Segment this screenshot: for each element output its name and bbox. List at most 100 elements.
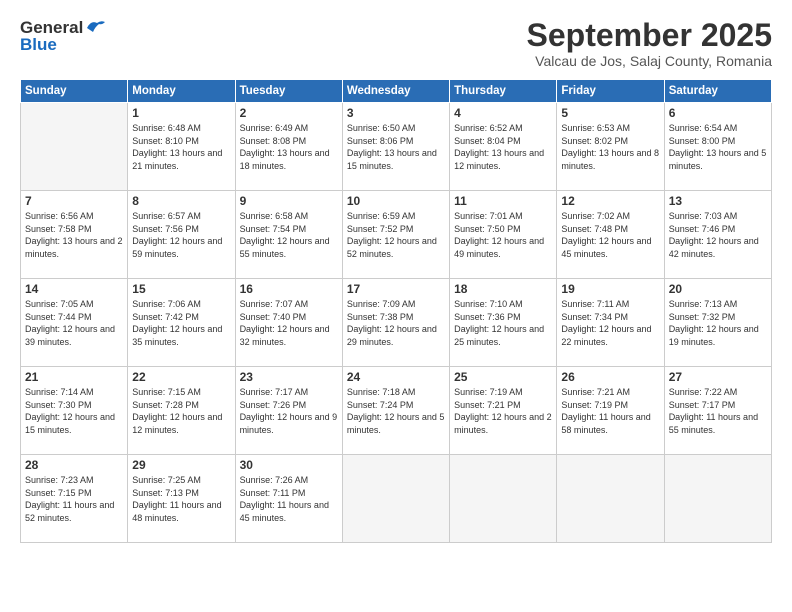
day-number: 15 [132,282,230,296]
calendar-cell: 14Sunrise: 7:05 AMSunset: 7:44 PMDayligh… [21,279,128,367]
calendar-cell: 3Sunrise: 6:50 AMSunset: 8:06 PMDaylight… [342,103,449,191]
day-detail: Sunrise: 7:15 AMSunset: 7:28 PMDaylight:… [132,386,230,436]
location-title: Valcau de Jos, Salaj County, Romania [527,53,772,69]
day-detail: Sunrise: 6:57 AMSunset: 7:56 PMDaylight:… [132,210,230,260]
day-detail: Sunrise: 7:06 AMSunset: 7:42 PMDaylight:… [132,298,230,348]
calendar-table: SundayMondayTuesdayWednesdayThursdayFrid… [20,79,772,543]
calendar-cell [557,455,664,543]
calendar-cell: 24 Sunrise: 7:18 AMSunset: 7:24 PMDayligh… [342,367,449,455]
calendar-cell: 8 Sunrise: 6:57 AMSunset: 7:56 PMDaylight… [128,191,235,279]
logo-bird-icon [85,18,107,36]
calendar-cell: 15 Sunrise: 7:06 AMSunset: 7:42 PMDayligh… [128,279,235,367]
day-number: 18 [454,282,552,296]
day-number: 21 [25,370,123,384]
calendar-cell: 25Sunrise: 7:19 AMSunset: 7:21 PMDayligh… [450,367,557,455]
day-number: 6 [669,106,767,120]
weekday-header-saturday: Saturday [664,80,771,103]
day-number: 24 [347,370,445,384]
day-detail: Sunrise: 6:53 AMSunset: 8:02 PMDaylight:… [561,122,659,172]
day-number: 8 [132,194,230,208]
calendar-cell: 17 Sunrise: 7:09 AMSunset: 7:38 PMDayligh… [342,279,449,367]
day-detail: Sunrise: 6:56 AMSunset: 7:58 PMDaylight:… [25,210,123,260]
calendar-cell: 18Sunrise: 7:10 AMSunset: 7:36 PMDayligh… [450,279,557,367]
calendar-cell: 4Sunrise: 6:52 AMSunset: 8:04 PMDaylight… [450,103,557,191]
day-number: 28 [25,458,123,472]
day-detail: Sunrise: 7:11 AMSunset: 7:34 PMDaylight:… [561,298,659,348]
day-detail: Sunrise: 7:26 AMSunset: 7:11 PMDaylight:… [240,474,338,524]
weekday-header-tuesday: Tuesday [235,80,342,103]
week-row-3: 21 Sunrise: 7:14 AMSunset: 7:30 PMDayligh… [21,367,772,455]
weekday-header-monday: Monday [128,80,235,103]
week-row-1: 7 Sunrise: 6:56 AMSunset: 7:58 PMDaylight… [21,191,772,279]
day-detail: Sunrise: 6:50 AMSunset: 8:06 PMDaylight:… [347,122,445,172]
day-number: 13 [669,194,767,208]
day-detail: Sunrise: 6:49 AMSunset: 8:08 PMDaylight:… [240,122,338,172]
day-detail: Sunrise: 7:14 AMSunset: 7:30 PMDaylight:… [25,386,123,436]
day-number: 12 [561,194,659,208]
day-number: 29 [132,458,230,472]
calendar-cell: 26 Sunrise: 7:21 AMSunset: 7:19 PMDayligh… [557,367,664,455]
day-detail: Sunrise: 7:09 AMSunset: 7:38 PMDaylight:… [347,298,445,348]
weekday-header-wednesday: Wednesday [342,80,449,103]
day-number: 1 [132,106,230,120]
day-detail: Sunrise: 6:58 AMSunset: 7:54 PMDaylight:… [240,210,338,260]
day-number: 19 [561,282,659,296]
day-detail: Sunrise: 7:17 AMSunset: 7:26 PMDaylight:… [240,386,338,436]
calendar-cell: 22 Sunrise: 7:15 AMSunset: 7:28 PMDayligh… [128,367,235,455]
day-number: 26 [561,370,659,384]
day-detail: Sunrise: 6:54 AMSunset: 8:00 PMDaylight:… [669,122,767,172]
calendar-cell: 23 Sunrise: 7:17 AMSunset: 7:26 PMDayligh… [235,367,342,455]
day-detail: Sunrise: 7:01 AMSunset: 7:50 PMDaylight:… [454,210,552,260]
logo-blue: Blue [20,35,57,55]
day-number: 7 [25,194,123,208]
day-detail: Sunrise: 6:52 AMSunset: 8:04 PMDaylight:… [454,122,552,172]
calendar-cell: 1Sunrise: 6:48 AMSunset: 8:10 PMDaylight… [128,103,235,191]
day-detail: Sunrise: 7:18 AMSunset: 7:24 PMDaylight:… [347,386,445,436]
day-number: 14 [25,282,123,296]
day-detail: Sunrise: 7:23 AMSunset: 7:15 PMDaylight:… [25,474,123,524]
week-row-0: 1Sunrise: 6:48 AMSunset: 8:10 PMDaylight… [21,103,772,191]
day-number: 23 [240,370,338,384]
week-row-4: 28 Sunrise: 7:23 AMSunset: 7:15 PMDayligh… [21,455,772,543]
calendar-cell: 28 Sunrise: 7:23 AMSunset: 7:15 PMDayligh… [21,455,128,543]
day-number: 10 [347,194,445,208]
calendar-cell: 16 Sunrise: 7:07 AMSunset: 7:40 PMDayligh… [235,279,342,367]
calendar-cell [664,455,771,543]
calendar-cell: 20Sunrise: 7:13 AMSunset: 7:32 PMDayligh… [664,279,771,367]
day-number: 5 [561,106,659,120]
day-number: 17 [347,282,445,296]
day-detail: Sunrise: 7:07 AMSunset: 7:40 PMDaylight:… [240,298,338,348]
week-row-2: 14Sunrise: 7:05 AMSunset: 7:44 PMDayligh… [21,279,772,367]
calendar-cell: 7 Sunrise: 6:56 AMSunset: 7:58 PMDaylight… [21,191,128,279]
day-number: 22 [132,370,230,384]
calendar-cell [342,455,449,543]
calendar-cell: 19 Sunrise: 7:11 AMSunset: 7:34 PMDayligh… [557,279,664,367]
page: General Blue September 2025 Valcau de Jo… [0,0,792,612]
weekday-header-sunday: Sunday [21,80,128,103]
calendar-cell: 30 Sunrise: 7:26 AMSunset: 7:11 PMDayligh… [235,455,342,543]
calendar-cell: 21 Sunrise: 7:14 AMSunset: 7:30 PMDayligh… [21,367,128,455]
calendar-cell: 11 Sunrise: 7:01 AMSunset: 7:50 PMDayligh… [450,191,557,279]
day-detail: Sunrise: 7:25 AMSunset: 7:13 PMDaylight:… [132,474,230,524]
calendar-cell: 2 Sunrise: 6:49 AMSunset: 8:08 PMDaylight… [235,103,342,191]
calendar-cell: 5 Sunrise: 6:53 AMSunset: 8:02 PMDaylight… [557,103,664,191]
day-number: 20 [669,282,767,296]
calendar-cell: 10 Sunrise: 6:59 AMSunset: 7:52 PMDayligh… [342,191,449,279]
day-number: 30 [240,458,338,472]
day-number: 11 [454,194,552,208]
calendar-cell [21,103,128,191]
day-detail: Sunrise: 6:59 AMSunset: 7:52 PMDaylight:… [347,210,445,260]
calendar-cell: 13 Sunrise: 7:03 AMSunset: 7:46 PMDayligh… [664,191,771,279]
calendar-cell: 12 Sunrise: 7:02 AMSunset: 7:48 PMDayligh… [557,191,664,279]
day-number: 27 [669,370,767,384]
day-number: 2 [240,106,338,120]
title-section: September 2025 Valcau de Jos, Salaj Coun… [527,18,772,69]
weekday-header-thursday: Thursday [450,80,557,103]
day-detail: Sunrise: 7:03 AMSunset: 7:46 PMDaylight:… [669,210,767,260]
calendar-cell: 9Sunrise: 6:58 AMSunset: 7:54 PMDaylight… [235,191,342,279]
weekday-header-friday: Friday [557,80,664,103]
day-detail: Sunrise: 7:22 AMSunset: 7:17 PMDaylight:… [669,386,767,436]
day-detail: Sunrise: 7:21 AMSunset: 7:19 PMDaylight:… [561,386,659,436]
day-detail: Sunrise: 7:02 AMSunset: 7:48 PMDaylight:… [561,210,659,260]
day-number: 16 [240,282,338,296]
